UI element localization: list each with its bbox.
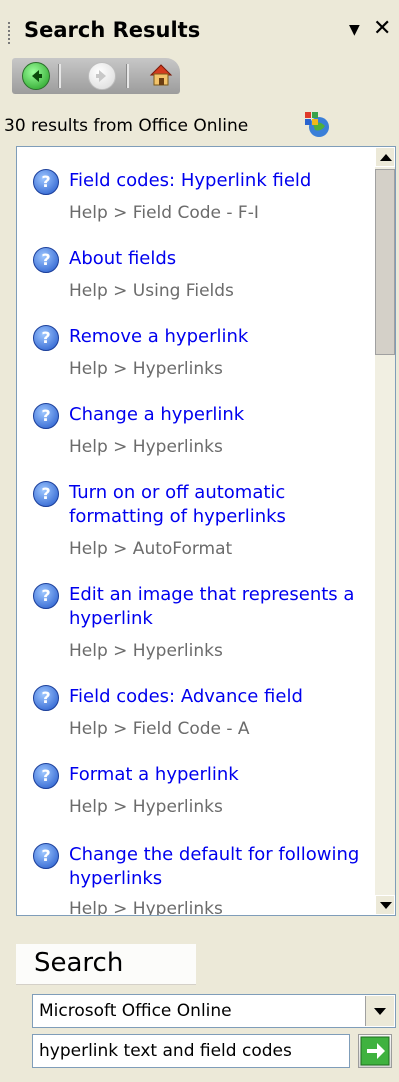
results-count: 30 results from Office Online [4, 116, 249, 136]
scroll-up-button[interactable] [375, 147, 395, 167]
navigation-toolbar [12, 58, 180, 94]
result-path: Help > Hyperlinks [69, 899, 223, 916]
result-title-link[interactable]: Format a hyperlink [69, 763, 369, 787]
dropdown-button[interactable] [365, 996, 394, 1026]
result-path: Help > Hyperlinks [69, 641, 223, 661]
scroll-down-button[interactable] [375, 895, 395, 915]
result-title-link[interactable]: Turn on or off automatic formatting of h… [69, 481, 369, 529]
result-path: Help > Hyperlinks [69, 437, 223, 457]
arrow-up-icon [380, 154, 392, 161]
result-title-link[interactable]: Field codes: Advance field [69, 685, 369, 709]
help-topic-icon: ? [33, 685, 59, 711]
result-path: Help > Using Fields [69, 281, 234, 301]
close-icon[interactable]: ✕ [373, 16, 391, 41]
result-path: Help > Hyperlinks [69, 797, 223, 817]
chevron-down-icon [374, 1008, 386, 1015]
help-topic-icon: ? [33, 481, 59, 507]
search-scope-select[interactable]: Microsoft Office Online [32, 994, 396, 1028]
toolbar-separator [58, 64, 61, 88]
forward-icon[interactable] [88, 62, 116, 90]
green-arrow-icon [360, 1036, 390, 1066]
pane-title: Search Results [24, 18, 201, 42]
help-topic-icon: ? [33, 403, 59, 429]
result-path: Help > Hyperlinks [69, 359, 223, 379]
help-topic-icon: ? [33, 325, 59, 351]
result-path: Help > Field Code - F-I [69, 203, 259, 223]
help-topic-icon: ? [33, 583, 59, 609]
result-title-link[interactable]: Edit an image that represents a hyperlin… [69, 583, 369, 631]
search-query-input[interactable]: hyperlink text and field codes [32, 1034, 350, 1068]
pane-titlebar: Search Results ▼ ✕ [0, 0, 399, 56]
home-icon[interactable] [148, 62, 174, 88]
help-topic-icon: ? [33, 169, 59, 195]
pane-menu-dropdown-icon[interactable]: ▼ [349, 22, 360, 38]
help-topic-icon: ? [33, 247, 59, 273]
office-online-globe-icon [303, 110, 331, 138]
result-path: Help > Field Code - A [69, 719, 250, 739]
result-path: Help > AutoFormat [69, 539, 233, 559]
drag-grip-icon[interactable] [8, 22, 10, 46]
result-title-link[interactable]: Change the default for following hyperli… [69, 843, 369, 891]
result-title-link[interactable]: Field codes: Hyperlink field [69, 169, 369, 193]
search-label: Search [34, 948, 124, 978]
search-results-list: ? Field codes: Hyperlink field Help > Fi… [16, 146, 396, 916]
result-title-link[interactable]: Change a hyperlink [69, 403, 369, 427]
search-query-value: hyperlink text and field codes [39, 1041, 292, 1061]
result-title-link[interactable]: About fields [69, 247, 369, 271]
scroll-thumb[interactable] [375, 169, 395, 355]
results-scrollbar[interactable] [375, 147, 395, 915]
start-search-button[interactable] [358, 1034, 392, 1068]
search-scope-value: Microsoft Office Online [39, 1001, 232, 1021]
help-topic-icon: ? [33, 763, 59, 789]
toolbar-separator [126, 64, 129, 88]
result-title-link[interactable]: Remove a hyperlink [69, 325, 369, 349]
help-topic-icon: ? [33, 843, 59, 869]
back-icon[interactable] [22, 62, 50, 90]
arrow-down-icon [380, 902, 392, 909]
